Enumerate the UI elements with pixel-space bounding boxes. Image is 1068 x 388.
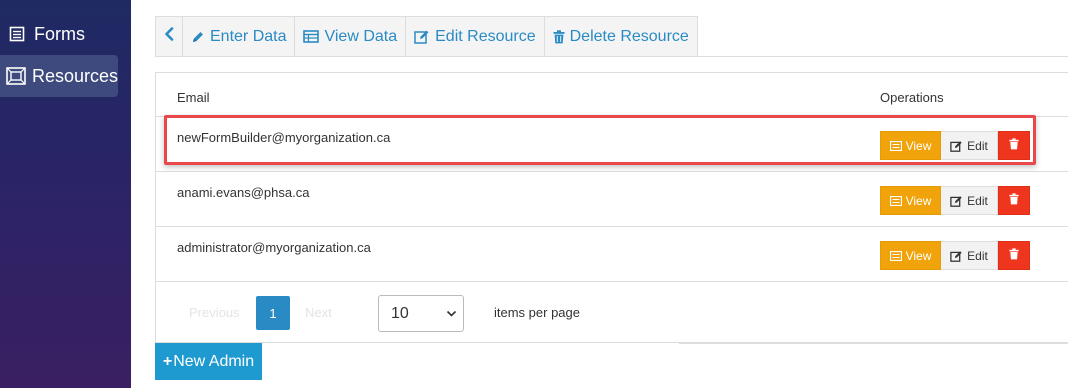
chevron-left-icon xyxy=(164,27,174,46)
list-icon xyxy=(889,250,902,261)
row-highlight-annotation xyxy=(164,115,1036,165)
sidebar-item-label: Resources xyxy=(32,65,119,86)
row-email: administrator@myorganization.ca xyxy=(177,240,371,255)
table-row: administrator@myorganization.ca View Edi… xyxy=(156,226,1068,281)
tab-view-data[interactable]: View Data xyxy=(295,16,407,57)
pencil-icon xyxy=(191,30,205,44)
new-admin-label: New Admin xyxy=(173,352,255,370)
items-per-page-value: 10 xyxy=(391,304,409,322)
back-button[interactable] xyxy=(155,16,183,57)
edit-button[interactable]: Edit xyxy=(941,241,998,270)
view-label: View xyxy=(905,193,932,208)
items-per-page-select[interactable]: 10 xyxy=(378,295,464,332)
previous-page-link[interactable]: Previous xyxy=(189,305,240,320)
column-header-email: Email xyxy=(177,90,210,105)
delete-button[interactable] xyxy=(998,186,1030,215)
view-button[interactable]: View xyxy=(880,241,941,270)
tab-enter-data[interactable]: Enter Data xyxy=(183,16,296,57)
sidebar-item-forms[interactable]: Forms xyxy=(0,13,131,55)
table-row: anami.evans@phsa.ca View Edit xyxy=(156,171,1068,226)
delete-button[interactable] xyxy=(998,241,1030,270)
edit-icon xyxy=(950,250,963,262)
tab-edit-resource[interactable]: Edit Resource xyxy=(406,16,545,57)
edit-label: Edit xyxy=(967,248,988,263)
trash-icon xyxy=(1009,192,1019,210)
tab-label: Delete Resource xyxy=(569,27,689,45)
tab-label: Enter Data xyxy=(210,27,287,45)
edit-icon xyxy=(950,195,963,207)
pagination: Previous 1 Next 10 items per page xyxy=(156,281,1068,343)
sidebar-item-label: Forms xyxy=(34,23,85,44)
table-icon xyxy=(303,30,320,43)
bottom-divider xyxy=(679,343,1068,344)
list-icon xyxy=(6,23,28,45)
page-1-button[interactable]: 1 xyxy=(256,296,290,330)
resource-tabs: Enter Data View Data Edit Resource Delet… xyxy=(155,16,698,57)
column-header-operations: Operations xyxy=(880,90,944,105)
tab-label: View Data xyxy=(324,27,398,45)
resource-icon xyxy=(6,65,26,87)
new-admin-button[interactable]: + New Admin xyxy=(155,343,262,380)
view-label: View xyxy=(905,248,932,263)
edit-icon xyxy=(414,29,430,44)
trash-icon xyxy=(1009,247,1019,265)
resource-table: Email Operations newFormBuilder@myorgani… xyxy=(155,72,1068,343)
edit-button[interactable]: Edit xyxy=(941,186,998,215)
list-icon xyxy=(889,195,902,206)
row-operations: View Edit xyxy=(880,241,1030,270)
sidebar-item-resources[interactable]: Resources xyxy=(0,55,118,97)
tabs-divider xyxy=(679,56,1068,57)
sidebar: Forms Resources xyxy=(0,0,131,388)
row-email: anami.evans@phsa.ca xyxy=(177,185,310,200)
trash-icon xyxy=(553,29,565,44)
plus-icon: + xyxy=(162,352,173,370)
chevron-down-icon xyxy=(446,308,457,319)
row-operations: View Edit xyxy=(880,186,1030,215)
view-button[interactable]: View xyxy=(880,186,941,215)
edit-label: Edit xyxy=(967,193,988,208)
tab-delete-resource[interactable]: Delete Resource xyxy=(544,16,698,57)
next-page-link[interactable]: Next xyxy=(305,305,332,320)
tab-label: Edit Resource xyxy=(435,27,536,45)
items-per-page-label: items per page xyxy=(494,305,580,320)
